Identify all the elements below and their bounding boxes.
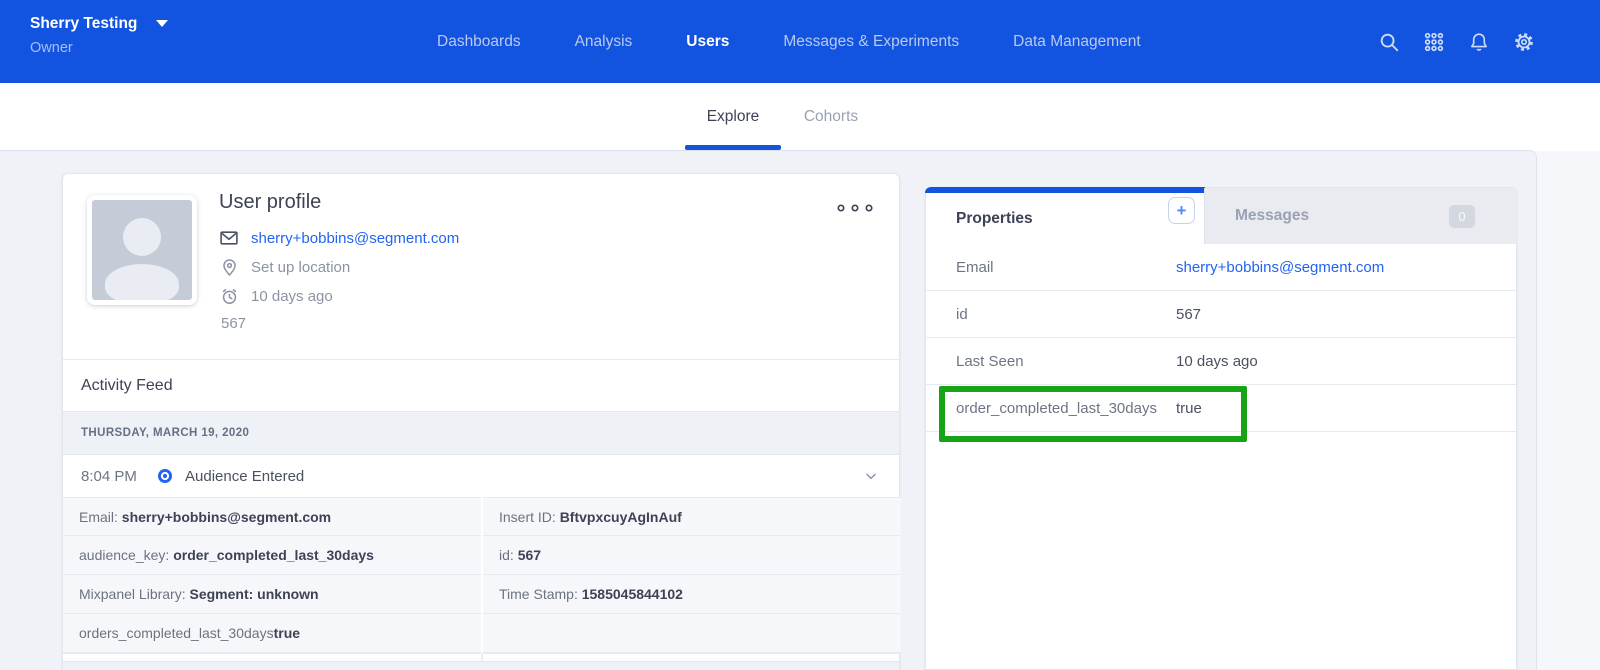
property-row-email: Email sherry+bobbins@segment.com xyxy=(926,244,1516,291)
page: Sherry Testing Owner Dashboards Analysis… xyxy=(0,0,1600,670)
nav-item-messages-experiments[interactable]: Messages & Experiments xyxy=(783,33,959,51)
more-options-button[interactable] xyxy=(833,198,877,218)
nav-icon-group xyxy=(1377,0,1535,83)
project-switcher[interactable]: Sherry Testing Owner xyxy=(30,15,168,56)
top-navigation-bar: Sherry Testing Owner Dashboards Analysis… xyxy=(0,0,1600,83)
profile-last-seen-row: 10 days ago xyxy=(219,285,333,307)
notifications-icon[interactable] xyxy=(1467,30,1490,53)
activity-feed-header: Activity Feed xyxy=(63,359,899,411)
profile-location-placeholder[interactable]: Set up location xyxy=(251,259,350,276)
tab-cohorts[interactable]: Cohorts xyxy=(793,83,869,150)
properties-panel-header: Properties + Messages 0 xyxy=(926,188,1516,244)
sub-tab-bar: Explore Cohorts xyxy=(0,83,1600,151)
project-name: Sherry Testing xyxy=(30,15,137,33)
chevron-down-icon xyxy=(156,20,168,27)
event-details-table: Email: sherry+bobbins@segment.com Insert… xyxy=(63,497,899,654)
alarm-clock-icon xyxy=(219,286,239,306)
location-pin-icon xyxy=(219,257,239,277)
property-email-link[interactable]: sherry+bobbins@segment.com xyxy=(1176,244,1384,291)
tab-properties[interactable]: Properties xyxy=(926,193,1204,244)
chevron-down-icon[interactable] xyxy=(863,468,879,484)
detail-cell-insert-id: Insert ID: BftvpxcuyAgInAuf xyxy=(483,497,901,536)
tab-messages-label: Messages xyxy=(1235,188,1309,244)
tab-properties-label: Properties xyxy=(956,193,1033,244)
profile-title: User profile xyxy=(219,191,321,214)
apps-grid-icon[interactable] xyxy=(1422,30,1445,53)
tab-explore[interactable]: Explore xyxy=(685,83,781,150)
detail-cell-timestamp: Time Stamp: 1585045844102 xyxy=(483,575,901,614)
event-name: Audience Entered xyxy=(185,468,304,485)
nav-item-data-management[interactable]: Data Management xyxy=(1013,33,1141,51)
activity-feed-title: Activity Feed xyxy=(81,377,173,395)
project-role: Owner xyxy=(30,40,168,56)
property-row-last-seen: Last Seen 10 days ago xyxy=(926,338,1516,385)
detail-cell-id: id: 567 xyxy=(483,536,901,575)
profile-email-row: sherry+bobbins@segment.com xyxy=(219,227,459,249)
profile-email-link[interactable]: sherry+bobbins@segment.com xyxy=(251,230,459,247)
activity-event-row[interactable]: 8:04 PM Audience Entered xyxy=(63,455,899,497)
add-property-button[interactable]: + xyxy=(1168,197,1195,224)
avatar xyxy=(87,195,197,305)
nav-item-users[interactable]: Users xyxy=(686,33,729,51)
user-profile-card: User profile sherry+bobbins@segment.com … xyxy=(62,173,900,670)
property-row-order-completed: order_completed_last_30days true xyxy=(926,385,1516,432)
next-section-band xyxy=(63,661,899,670)
search-icon[interactable] xyxy=(1377,30,1400,53)
tab-messages[interactable]: Messages 0 xyxy=(1204,188,1518,244)
detail-cell-email: Email: sherry+bobbins@segment.com xyxy=(63,497,481,536)
activity-date-header: THURSDAY, MARCH 19, 2020 xyxy=(63,411,899,455)
avatar-head-shape xyxy=(123,218,161,256)
audience-event-icon xyxy=(157,468,173,484)
column-divider xyxy=(481,653,483,661)
settings-icon[interactable] xyxy=(1512,30,1535,53)
event-time: 8:04 PM xyxy=(81,468,143,485)
profile-last-seen: 10 days ago xyxy=(251,288,333,305)
nav-item-analysis[interactable]: Analysis xyxy=(575,33,633,51)
detail-cell-empty xyxy=(483,614,901,653)
property-row-id: id 567 xyxy=(926,291,1516,338)
messages-count-badge: 0 xyxy=(1449,205,1475,228)
activity-date-text: THURSDAY, MARCH 19, 2020 xyxy=(81,427,249,439)
profile-location-row: Set up location xyxy=(219,256,350,278)
avatar-torso-shape xyxy=(105,264,179,304)
nav-item-dashboards[interactable]: Dashboards xyxy=(437,33,521,51)
main-nav: Dashboards Analysis Users Messages & Exp… xyxy=(437,0,1141,83)
detail-cell-orders-completed: orders_completed_last_30daystrue xyxy=(63,614,481,653)
envelope-icon xyxy=(219,228,239,248)
profile-user-id: 567 xyxy=(221,315,246,332)
detail-cell-mixpanel-library: Mixpanel Library: Segment: unknown xyxy=(63,575,481,614)
properties-panel: Properties + Messages 0 Email sherry+bob… xyxy=(925,187,1517,670)
detail-cell-audience-key: audience_key: order_completed_last_30day… xyxy=(63,536,481,575)
